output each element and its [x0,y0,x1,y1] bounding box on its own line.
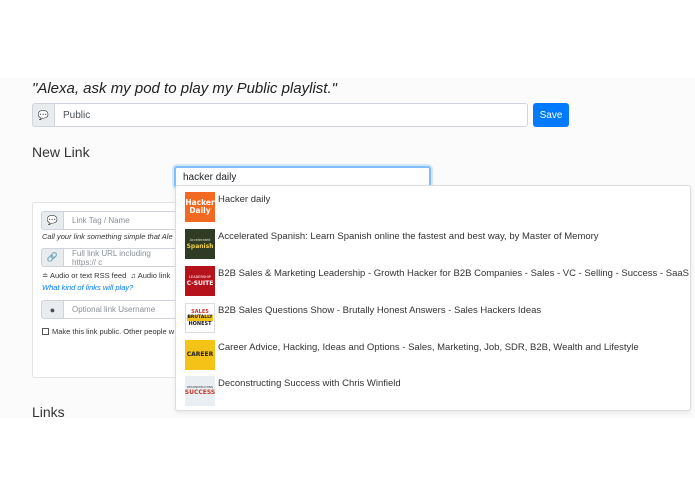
cover-text: C-SUITE [186,279,214,287]
public-checkbox-label: Make this link public. Other people w [52,327,175,336]
podcast-cover-image: Accelerated Spanish [185,229,215,259]
result-item[interactable]: Hacker Daily Hacker daily [185,192,685,222]
url-input-group: 🔗 Full link URL including https:// c [41,248,181,267]
audio-note: Audio link [137,271,171,280]
result-title: Deconstructing Success with Chris Winfie… [218,378,401,389]
result-title: B2B Sales Questions Show - Brutally Hone… [218,305,542,316]
alexa-quote: "Alexa, ask my pod to play my Public pla… [32,80,337,97]
new-link-heading: New Link [32,144,90,160]
result-title: Career Advice, Hacking, Ideas and Option… [218,342,639,353]
podcast-cover-image: Hacker Daily [185,192,215,222]
result-item[interactable]: LEADERSHIP C-SUITE B2B Sales & Marketing… [185,266,689,296]
podcast-cover-image: CAREER [185,340,215,370]
podcast-cover-image: LEADERSHIP C-SUITE [185,266,215,296]
links-help-link[interactable]: What kind of links will play? [42,283,133,292]
save-button[interactable]: Save [533,103,569,127]
result-item[interactable]: SALES BRUTALLY HONEST B2B Sales Question… [185,303,685,333]
tag-help-text: Call your link something simple that Ale [42,232,173,241]
podcast-cover-image: DECONSTRUCTING SUCCESS [185,376,215,406]
rss-icon: ≐ [42,271,49,280]
result-item[interactable]: DECONSTRUCTING SUCCESS Deconstructing Su… [185,376,685,406]
result-title: Accelerated Spanish: Learn Spanish onlin… [218,231,599,242]
result-title: Hacker daily [218,194,271,205]
username-input-group: ● Optional link Username [41,300,181,319]
podcast-cover-image: SALES BRUTALLY HONEST [185,303,215,333]
music-note-icon: ♫ [130,271,137,280]
public-checkbox-row: Make this link public. Other people w [42,327,174,336]
user-icon: ● [41,300,63,319]
playlist-input-group: 💬 Public [32,103,528,127]
cover-text: Daily [189,206,211,215]
result-title: B2B Sales & Marketing Leadership - Growt… [218,268,689,279]
result-item[interactable]: CAREER Career Advice, Hacking, Ideas and… [185,340,685,370]
playlist-name-input[interactable]: Public [54,103,528,127]
tag-input-group: 💬 Link Tag / Name [41,211,181,230]
link-url-input[interactable]: Full link URL including https:// c [63,248,181,267]
cover-text: CAREER [186,351,214,358]
link-username-input[interactable]: Optional link Username [63,300,181,319]
speech-icon: 💬 [32,103,54,127]
rss-note: Audio or text RSS feed [49,271,127,280]
speech-icon: 💬 [41,211,63,230]
search-results-dropdown: Hacker Daily Hacker daily Accelerated Sp… [175,185,691,411]
cover-text: Spanish [186,243,214,250]
link-icon: 🔗 [41,248,63,267]
links-heading: Links [32,404,65,420]
public-checkbox[interactable] [42,328,49,335]
cover-text: SUCCESS [185,389,215,396]
link-tag-input[interactable]: Link Tag / Name [63,211,181,230]
feed-types-note: ≐ Audio or text RSS feed ♫ Audio link [42,271,170,280]
cover-text: HONEST [188,321,212,327]
result-item[interactable]: Accelerated Spanish Accelerated Spanish:… [185,229,685,259]
